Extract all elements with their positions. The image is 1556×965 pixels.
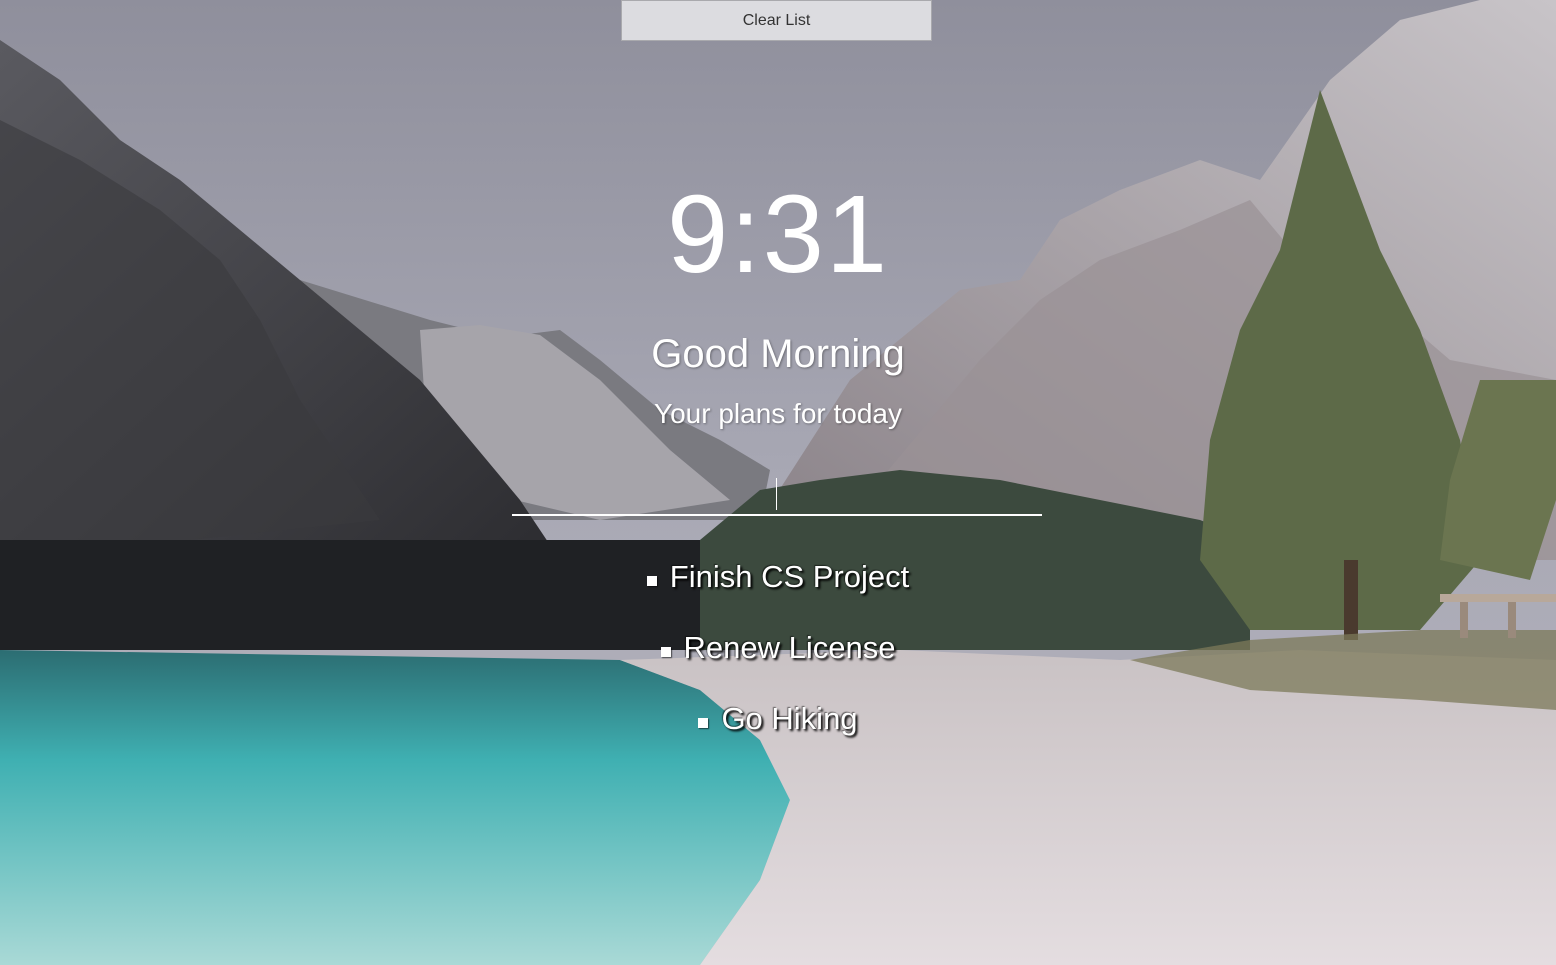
square-bullet-icon bbox=[660, 647, 671, 657]
todo-item[interactable]: Go Hiking bbox=[0, 694, 1556, 765]
todo-list: Finish CS Project Renew License Go Hikin… bbox=[0, 552, 1556, 765]
todo-item[interactable]: Finish CS Project bbox=[0, 552, 1556, 623]
clear-list-button[interactable]: Clear List bbox=[621, 0, 932, 41]
page: Clear List 9:31 Good Morning Your plans … bbox=[0, 0, 1556, 965]
task-input[interactable] bbox=[512, 476, 1042, 516]
todo-item-label: Go Hiking bbox=[721, 701, 858, 736]
todo-item[interactable]: Renew License bbox=[0, 623, 1556, 694]
text-caret bbox=[776, 478, 777, 510]
todo-item-label: Finish CS Project bbox=[669, 559, 910, 594]
todo-item-label: Renew License bbox=[683, 630, 896, 665]
square-bullet-icon bbox=[698, 718, 709, 728]
plans-label: Your plans for today bbox=[653, 398, 903, 429]
clock-time: 9:31 bbox=[666, 173, 890, 296]
greeting: Good Morning bbox=[651, 332, 905, 376]
square-bullet-icon bbox=[646, 576, 657, 586]
